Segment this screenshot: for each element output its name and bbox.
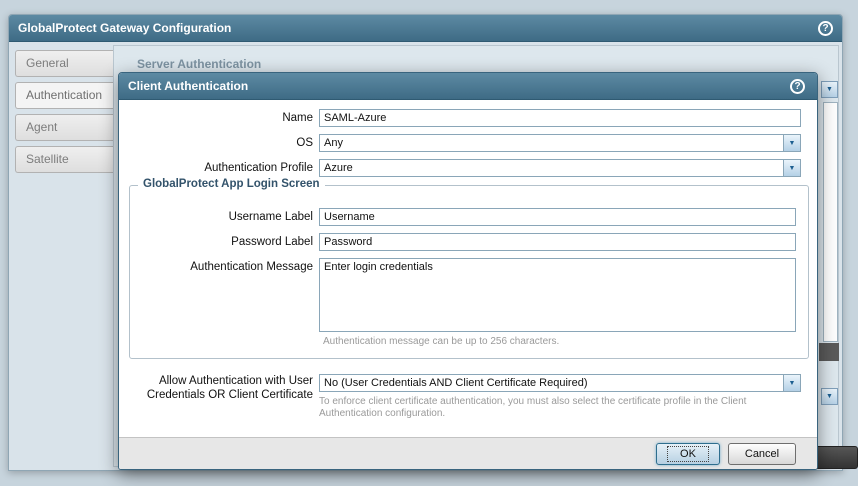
os-label: OS [119, 135, 313, 152]
screen: GlobalProtect Gateway Configuration ? Ge… [0, 0, 858, 486]
auth-message-hint: Authentication message can be up to 256 … [323, 336, 793, 348]
auth-profile-dropdown-arrow-icon[interactable]: ▼ [783, 160, 800, 176]
os-combo: ▼ [319, 134, 801, 152]
os-input[interactable] [319, 134, 801, 152]
password-label-label: Password Label [119, 234, 313, 251]
cert-option-input[interactable] [319, 374, 801, 392]
dialog-titlebar: Client Authentication ? [119, 73, 817, 100]
background-selected-row-edge [819, 343, 839, 361]
login-screen-group-title: GlobalProtect App Login Screen [138, 178, 325, 190]
help-icon[interactable]: ? [818, 21, 833, 36]
auth-message-textarea[interactable]: Enter login credentials [319, 258, 796, 332]
cert-option-dropdown-arrow-icon[interactable]: ▼ [783, 375, 800, 391]
password-label-input[interactable] [319, 233, 796, 251]
tab-general[interactable]: General [15, 50, 113, 77]
gateway-config-titlebar: GlobalProtect Gateway Configuration ? [9, 15, 842, 42]
username-label-label: Username Label [119, 209, 313, 226]
username-label-input[interactable] [319, 208, 796, 226]
cert-option-hint: To enforce client certificate authentica… [319, 396, 781, 420]
gateway-config-title: GlobalProtect Gateway Configuration [18, 21, 231, 35]
auth-profile-label: Authentication Profile [119, 160, 313, 177]
cert-option-label: Allow Authentication with User Credentia… [137, 374, 313, 402]
tab-authentication[interactable]: Authentication [15, 82, 113, 109]
background-dropdown-button-2[interactable]: ▼ [821, 388, 838, 405]
tab-agent[interactable]: Agent [15, 114, 113, 141]
dialog-title: Client Authentication [128, 79, 248, 93]
side-tabs: General Authentication Agent Satellite [15, 50, 113, 178]
cert-option-combo: ▼ [319, 374, 801, 392]
os-dropdown-arrow-icon[interactable]: ▼ [783, 135, 800, 151]
name-input[interactable] [319, 109, 801, 127]
ok-button[interactable]: OK [656, 443, 720, 465]
cancel-button[interactable]: Cancel [728, 443, 796, 465]
tab-satellite[interactable]: Satellite [15, 146, 113, 173]
name-label: Name [119, 110, 313, 127]
ok-button-label: OK [667, 446, 709, 462]
auth-message-label: Authentication Message [119, 259, 313, 276]
auth-profile-input[interactable] [319, 159, 801, 177]
dialog-button-bar: OK Cancel [119, 437, 817, 469]
client-authentication-dialog: Client Authentication ? Name OS ▼ Authen… [118, 72, 818, 470]
background-list-edge [823, 102, 838, 342]
dialog-help-icon[interactable]: ? [790, 79, 805, 94]
background-dropdown-button[interactable]: ▼ [821, 81, 838, 98]
server-authentication-heading: Server Authentication [137, 57, 261, 71]
auth-profile-combo: ▼ [319, 159, 801, 177]
